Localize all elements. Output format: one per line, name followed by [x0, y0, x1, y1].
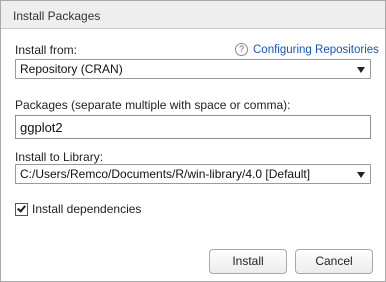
install-to-library-value: C:/Users/Remco/Documents/R/win-library/4… — [20, 167, 311, 181]
install-dependencies-label[interactable]: Install dependencies — [32, 202, 141, 216]
packages-input[interactable] — [16, 116, 370, 138]
install-to-library-label: Install to Library: — [15, 150, 104, 164]
dropdown-arrow-icon[interactable] — [357, 172, 365, 178]
install-dependencies-option[interactable]: Install dependencies — [15, 202, 141, 216]
help-icon[interactable]: ? — [235, 43, 248, 56]
install-from-value: Repository (CRAN) — [20, 62, 123, 76]
install-from-label: Install from: — [15, 43, 78, 57]
title-bar[interactable]: Install Packages — [1, 1, 385, 29]
install-from-select[interactable]: Repository (CRAN) — [15, 59, 371, 79]
configuring-repositories-help[interactable]: ? Configuring Repositories — [235, 43, 379, 56]
configuring-repositories-link[interactable]: Configuring Repositories — [253, 44, 379, 56]
install-to-library-select[interactable]: C:/Users/Remco/Documents/R/win-library/4… — [15, 164, 371, 184]
dialog-title: Install Packages — [13, 9, 101, 23]
packages-field-wrapper[interactable] — [15, 115, 371, 139]
install-dependencies-checkbox[interactable] — [15, 202, 28, 216]
cancel-button[interactable]: Cancel — [295, 249, 373, 274]
install-packages-dialog: Install Packages Install from: ? Configu… — [0, 0, 386, 282]
dropdown-arrow-icon[interactable] — [357, 67, 365, 73]
install-button[interactable]: Install — [209, 249, 287, 274]
checkmark-icon — [17, 202, 26, 213]
packages-label: Packages (separate multiple with space o… — [15, 98, 291, 112]
